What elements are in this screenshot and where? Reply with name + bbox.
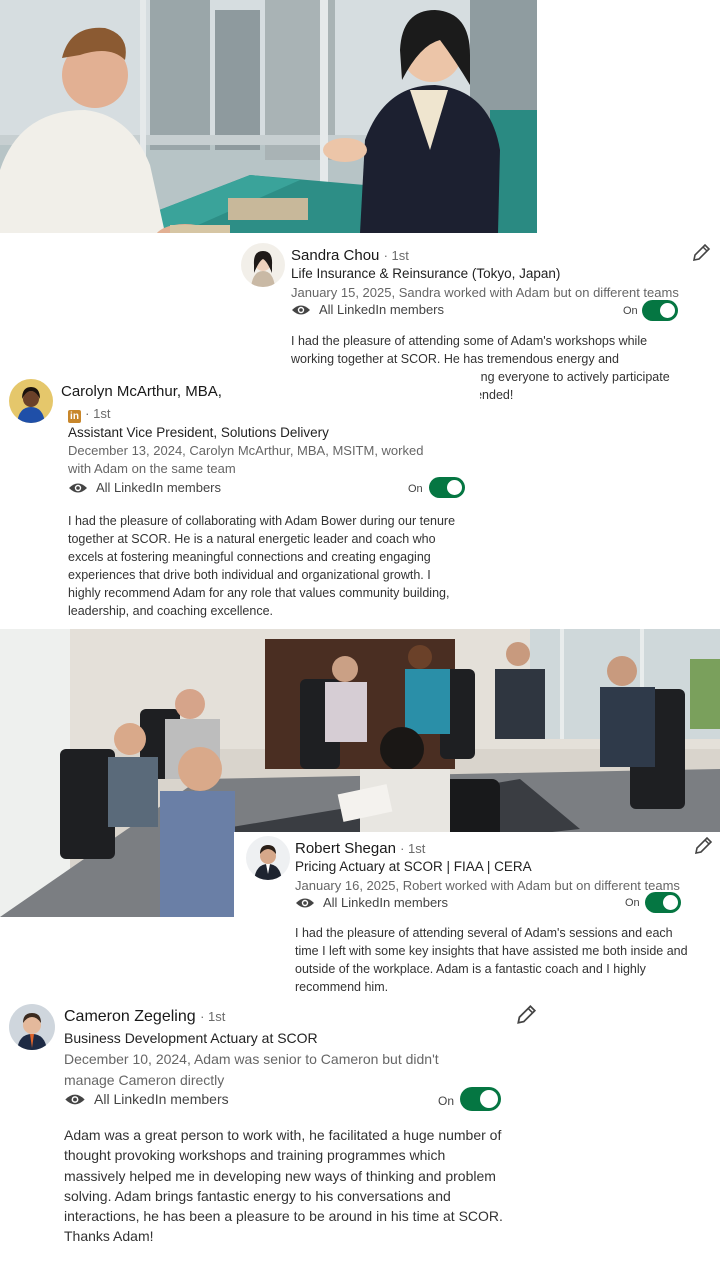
show-recommendation-toggle[interactable]	[460, 1087, 501, 1111]
pencil-icon[interactable]	[691, 243, 711, 263]
recommendation-text: I had the pleasure of attending several …	[295, 926, 688, 994]
toggle-label: On	[438, 1094, 455, 1108]
relationship-text: December 13, 2024, Carolyn McArthur, MBA…	[68, 443, 424, 476]
recommendation-card-cameron: Cameron Zegeling · 1st Business Developm…	[0, 998, 560, 1280]
connection-degree: · 1st	[400, 841, 426, 856]
avatar[interactable]	[9, 1004, 55, 1050]
eye-icon	[292, 305, 310, 314]
member-headline: Assistant Vice President, Solutions Deli…	[68, 425, 329, 440]
pencil-icon[interactable]	[693, 836, 713, 856]
visibility-label[interactable]: All LinkedIn members	[323, 895, 448, 910]
connection-degree: · 1st	[200, 1009, 226, 1024]
recommendation-card-robert: Robert Shegan · 1st Pricing Actuary at S…	[234, 832, 720, 998]
eye-icon	[69, 483, 87, 492]
recommendation-text: Adam was a great person to work with, he…	[64, 1127, 503, 1245]
meeting-photo-top	[0, 0, 537, 233]
avatar[interactable]	[9, 379, 53, 423]
linkedin-badge-icon: in	[68, 410, 81, 423]
visibility-label[interactable]: All LinkedIn members	[319, 302, 444, 317]
pencil-icon[interactable]	[515, 1004, 537, 1026]
connection-degree: · 1st	[383, 248, 409, 263]
show-recommendation-toggle[interactable]	[642, 300, 678, 321]
member-name[interactable]: Carolyn McArthur, MBA,	[61, 383, 222, 400]
member-name[interactable]: Cameron Zegeling	[64, 1008, 196, 1025]
avatar[interactable]	[241, 243, 285, 287]
show-recommendation-toggle[interactable]	[429, 477, 465, 498]
member-name[interactable]: Sandra Chou	[291, 247, 379, 264]
visibility-label[interactable]: All LinkedIn members	[96, 480, 221, 495]
recommendation-card-carolyn: Carolyn McArthur, MBA, in · 1st Assistan…	[0, 371, 480, 627]
relationship-text: December 10, 2024, Adam was senior to Ca…	[64, 1051, 439, 1088]
recommendation-text: I had the pleasure of collaborating with…	[68, 514, 456, 618]
member-name[interactable]: Robert Shegan	[295, 840, 396, 857]
avatar[interactable]	[246, 836, 290, 880]
eye-icon	[65, 1094, 85, 1104]
toggle-label: On	[625, 897, 640, 909]
member-headline: Life Insurance & Reinsurance (Tokyo, Jap…	[291, 266, 561, 281]
relationship-text: January 15, 2025, Sandra worked with Ada…	[291, 285, 679, 300]
toggle-label: On	[623, 305, 638, 317]
connection-degree: · 1st	[85, 406, 111, 421]
member-headline: Pricing Actuary at SCOR | FIAA | CERA	[295, 859, 532, 874]
visibility-label[interactable]: All LinkedIn members	[94, 1091, 229, 1107]
member-headline: Business Development Actuary at SCOR	[64, 1030, 318, 1046]
toggle-label: On	[408, 483, 423, 495]
show-recommendation-toggle[interactable]	[645, 892, 681, 913]
eye-icon	[296, 898, 314, 907]
